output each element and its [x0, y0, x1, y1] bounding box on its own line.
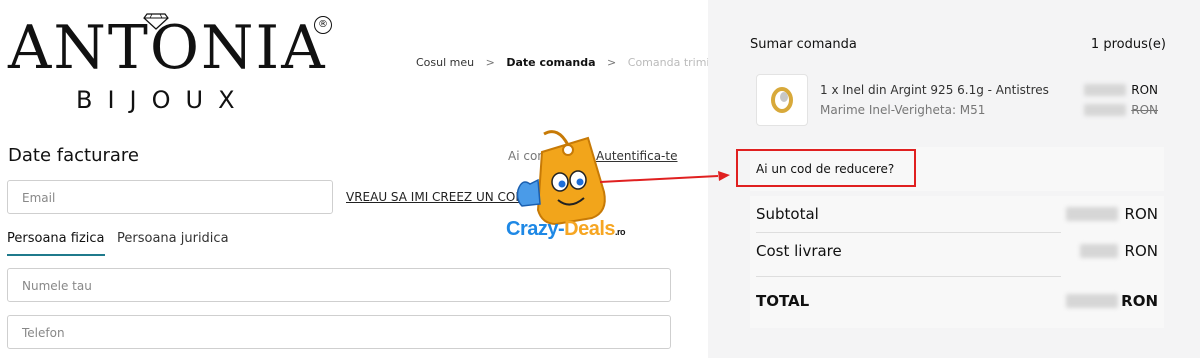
watermark-main: Crazy- [506, 218, 565, 240]
subtotal-label: Subtotal [756, 205, 819, 223]
shipping-currency: RON [1124, 242, 1158, 260]
total-currency: RON [1121, 292, 1158, 310]
chevron-right-icon: > [607, 56, 617, 69]
registered-mark: ® [314, 16, 332, 34]
product-price-currency: RON [1131, 83, 1158, 97]
total-label: TOTAL [756, 292, 810, 310]
billing-title: Date facturare [8, 145, 139, 166]
divider [756, 276, 1061, 277]
annotation-arrow [600, 171, 730, 183]
product-old-price-currency: RON [1131, 103, 1158, 117]
product-price-blurred [1084, 84, 1126, 96]
phone-field[interactable]: Telefon [7, 315, 671, 349]
brand-subtitle: BIJOUX [76, 86, 250, 114]
product-old-price-blurred [1084, 104, 1126, 116]
summary-title: Sumar comanda [750, 37, 857, 52]
breadcrumb: Cosul meu > Date comanda > Comanda trimi… [416, 56, 722, 69]
discount-code-label[interactable]: Ai un cod de reducere? [756, 162, 894, 176]
chevron-right-icon: > [485, 56, 495, 69]
create-account-link[interactable]: VREAU SA IMI CREEZ UN CONT [346, 190, 532, 204]
tab-individual[interactable]: Persoana fizica [7, 231, 105, 256]
breadcrumb-order-details: Date comanda [506, 56, 596, 69]
diamond-icon [143, 13, 169, 30]
breadcrumb-cart[interactable]: Cosul meu [416, 56, 474, 69]
name-field[interactable]: Numele tau [7, 268, 671, 302]
watermark-accent: Deals [564, 218, 616, 240]
total-value-blurred [1066, 294, 1118, 308]
subtotal-value-blurred [1066, 207, 1118, 221]
shipping-label: Cost livrare [756, 242, 842, 260]
subtotal-currency: RON [1124, 205, 1158, 223]
product-thumbnail[interactable] [756, 74, 808, 126]
watermark-suffix: .ro [615, 227, 626, 237]
product-variant: Marime Inel-Verigheta: M51 [820, 103, 986, 117]
watermark-text: Crazy-Deals.ro [506, 218, 626, 241]
order-summary-panel: Sumar comanda 1 produs(e) 1 x Inel din A… [708, 0, 1200, 358]
shipping-value-blurred [1080, 244, 1118, 258]
email-field[interactable]: Email [7, 180, 333, 214]
ring-product-image [771, 87, 793, 113]
product-name: 1 x Inel din Argint 925 6.1g - Antistres [820, 83, 1049, 97]
divider [756, 232, 1061, 233]
tab-company[interactable]: Persoana juridica [117, 231, 229, 246]
summary-item-count: 1 produs(e) [1090, 37, 1166, 52]
